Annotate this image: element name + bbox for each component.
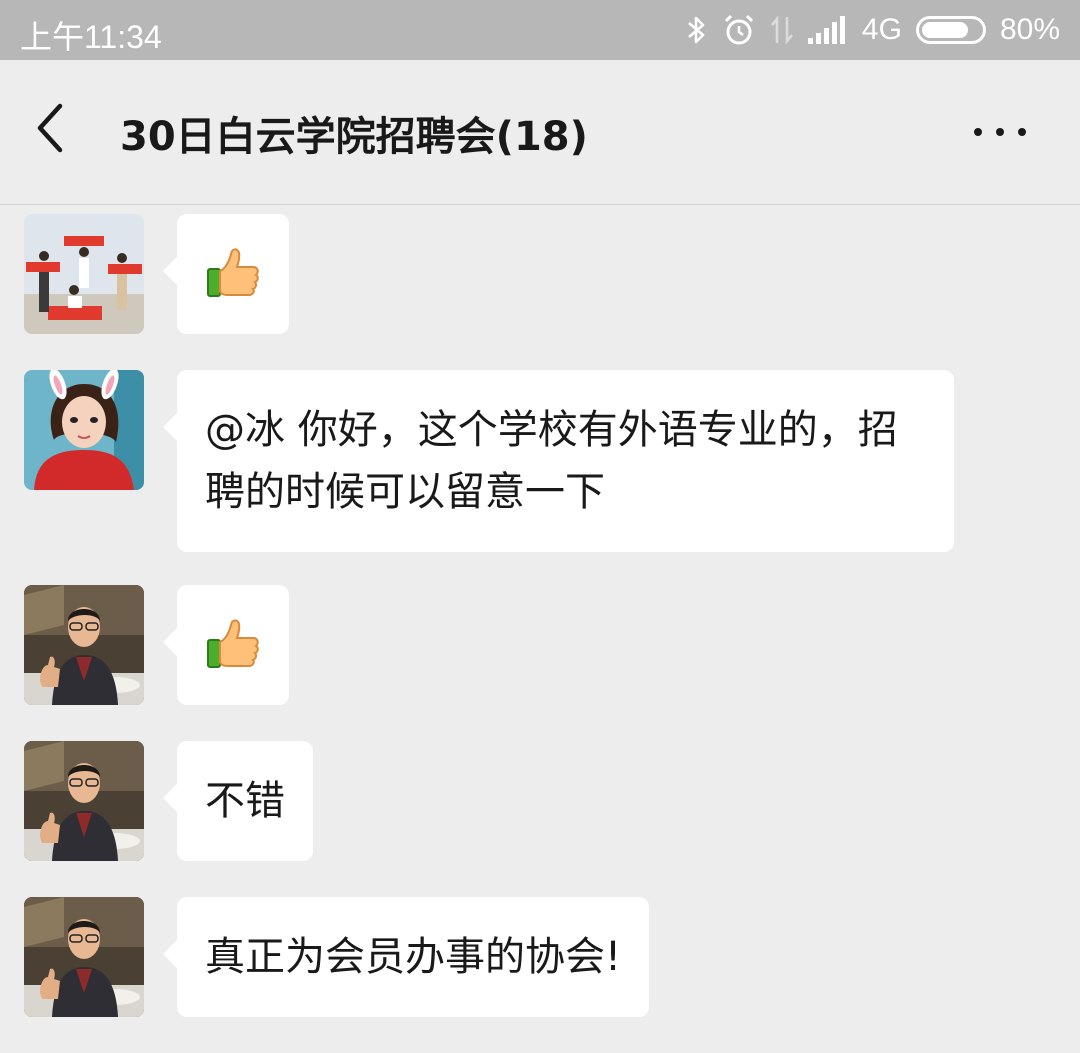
signal-icon	[807, 16, 848, 44]
avatar-image	[24, 370, 144, 490]
battery-fill	[921, 22, 968, 38]
message-bubble[interactable]: 真正为会员办事的协会!	[162, 897, 650, 1017]
avatar-image	[24, 897, 144, 1017]
message-text: 真正为会员办事的协会!	[205, 934, 622, 980]
network-type: 4G	[861, 13, 902, 46]
data-transfer-icon	[770, 15, 794, 45]
more-dot	[1018, 128, 1026, 136]
avatar[interactable]	[24, 214, 144, 334]
more-dot	[996, 128, 1004, 136]
bluetooth-icon	[686, 14, 708, 46]
battery-icon	[915, 16, 986, 44]
avatar[interactable]	[24, 585, 144, 705]
chat-title: 30日白云学院招聘会(18)	[120, 114, 588, 160]
chat-header: 30日白云学院招聘会(18)	[0, 60, 1080, 205]
message-bubble[interactable]	[163, 214, 289, 334]
status-bar: 上午11:34 4G 80%	[0, 0, 1080, 60]
thumbs-up-icon	[205, 244, 261, 300]
message-bubble[interactable]	[163, 585, 289, 705]
message-text: 不错	[205, 778, 285, 824]
message-text-line: 聘的时候可以留意一下	[205, 469, 605, 515]
avatar[interactable]	[24, 370, 144, 490]
more-button[interactable]	[960, 110, 1040, 154]
status-icons: 4G 80%	[686, 10, 1060, 50]
more-dot	[974, 128, 982, 136]
avatar[interactable]	[24, 897, 144, 1017]
avatar-image	[24, 741, 144, 861]
alarm-icon	[722, 13, 756, 47]
chevron-left-icon	[37, 103, 63, 153]
avatar-image	[24, 585, 144, 705]
battery-percent: 80%	[999, 13, 1060, 46]
thumbs-up-icon	[205, 615, 261, 671]
avatar[interactable]	[24, 741, 144, 861]
message-text-line: @冰 你好，这个学校有外语专业的，招	[205, 407, 898, 453]
back-button[interactable]	[30, 98, 90, 168]
status-time: 上午11:34	[20, 19, 162, 55]
message-bubble[interactable]: @冰 你好，这个学校有外语专业的，招 聘的时候可以留意一下	[163, 370, 954, 552]
message-bubble[interactable]: 不错	[163, 741, 313, 861]
avatar-image	[24, 214, 144, 334]
